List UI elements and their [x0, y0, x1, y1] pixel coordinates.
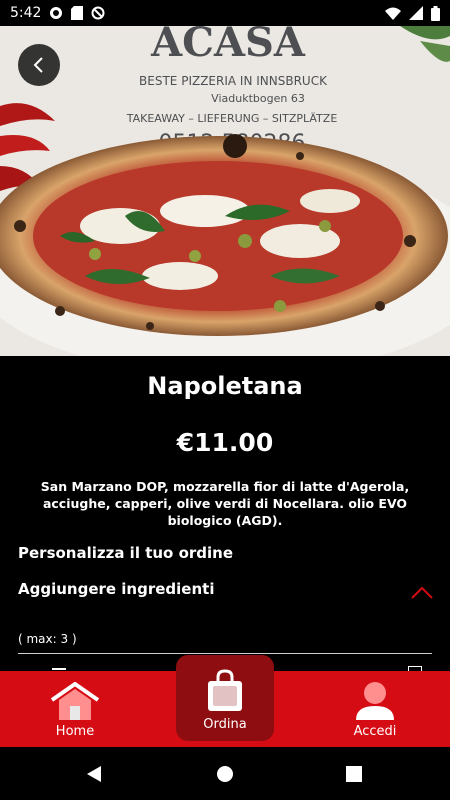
do-not-disturb-icon: [91, 6, 105, 20]
signal-icon: [409, 6, 423, 20]
sd-card-icon: [71, 6, 84, 20]
nav-ordina-label: Ordina: [203, 717, 247, 732]
system-back-button[interactable]: [64, 747, 124, 800]
max-ingredients-label: ( max: 3 ): [18, 632, 77, 646]
sign-title: ACASA: [150, 26, 306, 66]
status-bar: 5:42: [0, 0, 450, 26]
triangle-back-icon: [87, 765, 101, 782]
sign-services: TAKEAWAY – LIEFERUNG – SITZPLÄTZE: [126, 112, 338, 125]
nav-home-label: Home: [55, 724, 95, 739]
circle-home-icon: [217, 765, 233, 782]
system-home-button[interactable]: [195, 747, 255, 800]
personalize-heading: Personalizza il tuo ordine: [18, 544, 234, 562]
gear-icon: [49, 6, 63, 20]
add-ingredients-toggle[interactable]: Aggiungere ingredienti: [18, 580, 214, 598]
nav-accedi[interactable]: Accedi: [325, 671, 425, 747]
shopping-bag-icon: [208, 669, 242, 711]
wifi-icon: [385, 7, 401, 20]
sign-address: Viaduktbogen 63: [211, 92, 305, 105]
home-icon: [50, 682, 100, 720]
nav-home[interactable]: Home: [25, 671, 125, 747]
chevron-up-icon[interactable]: [410, 584, 434, 600]
chevron-left-icon: [33, 57, 43, 73]
product-name: Napoletana: [147, 372, 303, 400]
nav-accedi-label: Accedi: [353, 724, 397, 739]
back-button[interactable]: [18, 44, 60, 86]
nav-ordina[interactable]: Ordina: [176, 655, 274, 741]
system-recents-button[interactable]: [324, 747, 384, 800]
product-price: €11.00: [176, 428, 274, 457]
product-image: ACASA BESTE PIZZERIA IN INNSBRUCK Viaduk…: [0, 26, 450, 356]
sign-subtitle: BESTE PIZZERIA IN INNSBRUCK: [139, 74, 328, 88]
divider: [18, 653, 432, 654]
system-navigation-bar: [0, 747, 450, 800]
status-time: 5:42: [10, 5, 42, 21]
user-icon: [356, 682, 394, 720]
battery-icon: [431, 5, 440, 21]
square-recents-icon: [346, 765, 362, 782]
product-description: San Marzano DOP, mozzarella fior di latt…: [40, 479, 410, 528]
product-details: Napoletana €11.00 San Marzano DOP, mozza…: [0, 356, 450, 671]
